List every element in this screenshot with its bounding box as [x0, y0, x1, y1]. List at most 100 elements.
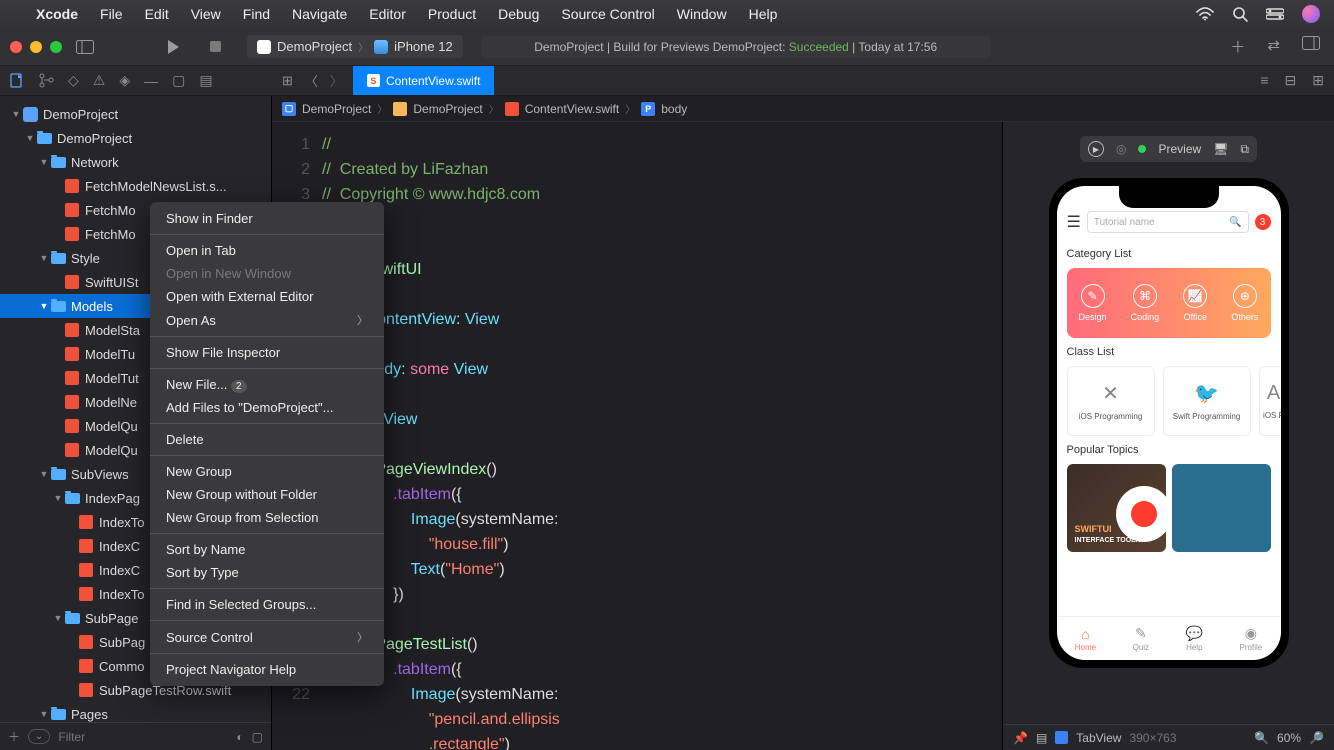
- chevron-right-icon: 〉: [357, 312, 368, 328]
- topic-card[interactable]: SWIFTUIINTERFACE TOOLKIT: [1067, 464, 1166, 552]
- add-target-icon[interactable]: ＋: [8, 728, 20, 745]
- search-field[interactable]: Tutorial name🔍: [1087, 211, 1249, 233]
- menu-open-in-window: Open in New Window: [150, 262, 384, 285]
- close-button[interactable]: [10, 41, 22, 53]
- tree-group[interactable]: ▼DemoProject: [0, 126, 271, 150]
- breakpoint-nav-icon[interactable]: ▢: [172, 72, 185, 89]
- tab-profile[interactable]: ◉Profile: [1240, 625, 1263, 652]
- toggle-inspector-icon[interactable]: [1302, 36, 1320, 57]
- device-settings-icon[interactable]: ▤: [1036, 731, 1047, 745]
- pin-icon[interactable]: 📌: [1013, 731, 1028, 745]
- hamburger-icon[interactable]: ☰: [1067, 212, 1081, 232]
- tree-file[interactable]: FetchModelNewsList.s...: [0, 174, 271, 198]
- related-items-icon[interactable]: ⊞: [282, 73, 293, 89]
- source-control-nav-icon[interactable]: [39, 73, 54, 88]
- menu-delete[interactable]: Delete: [150, 428, 384, 451]
- run-button[interactable]: [166, 39, 180, 55]
- user-icon[interactable]: [1302, 5, 1320, 23]
- spotlight-icon[interactable]: [1232, 6, 1248, 22]
- report-nav-icon[interactable]: ▤: [199, 72, 212, 89]
- tab-home[interactable]: ⌂Home: [1075, 626, 1096, 652]
- menu-sort-by-name[interactable]: Sort by Name: [150, 538, 384, 561]
- class-card[interactable]: AiOS P: [1259, 366, 1281, 436]
- symbol-nav-icon[interactable]: ◇: [68, 72, 79, 89]
- menu-new-file[interactable]: New File... 2: [150, 373, 384, 396]
- editor-options-icon[interactable]: ≡: [1260, 72, 1268, 89]
- duplicate-icon[interactable]: ⧉: [1240, 142, 1249, 157]
- menu-navigate[interactable]: Navigate: [292, 6, 347, 22]
- forward-button[interactable]: 〉: [330, 71, 343, 90]
- back-button[interactable]: 〈: [305, 71, 318, 90]
- design-icon: ✎: [1081, 284, 1105, 308]
- office-icon: 📈: [1183, 284, 1207, 308]
- filter-input[interactable]: [58, 730, 228, 744]
- notification-badge[interactable]: 3: [1255, 214, 1271, 230]
- tab-help[interactable]: 💬Help: [1186, 625, 1203, 652]
- menu-product[interactable]: Product: [428, 6, 476, 22]
- find-nav-icon[interactable]: ⚠: [93, 72, 106, 89]
- category-card[interactable]: ✎Design ⌘Coding 📈Office ⊕Others: [1067, 268, 1271, 338]
- tree-project-root[interactable]: ▼DemoProject: [0, 102, 271, 126]
- menu-show-in-finder[interactable]: Show in Finder: [150, 207, 384, 230]
- menu-help[interactable]: Help: [749, 6, 778, 22]
- menu-navigator-help[interactable]: Project Navigator Help: [150, 658, 384, 681]
- adjust-editor-icon[interactable]: ⊟: [1285, 72, 1297, 89]
- menu-window[interactable]: Window: [677, 6, 727, 22]
- device-icon[interactable]: 🖥: [1213, 142, 1228, 156]
- zoom-button[interactable]: [50, 41, 62, 53]
- zoom-in-icon[interactable]: 🔎: [1309, 731, 1324, 745]
- menu-source-control[interactable]: Source Control〉: [150, 625, 384, 649]
- app-preview[interactable]: ☰ Tutorial name🔍 3 Category List ✎Design…: [1057, 186, 1281, 660]
- filter-scope[interactable]: ⌄: [28, 729, 50, 744]
- menu-new-group[interactable]: New Group: [150, 460, 384, 483]
- menu-debug[interactable]: Debug: [498, 6, 539, 22]
- menu-find[interactable]: Find: [243, 6, 270, 22]
- toggle-navigator-icon[interactable]: [76, 40, 94, 54]
- menu-source-control[interactable]: Source Control: [561, 6, 654, 22]
- jump-bar[interactable]: ▢DemoProject〉 DemoProject〉 ContentView.s…: [272, 96, 1334, 122]
- menu-view[interactable]: View: [191, 6, 221, 22]
- menu-find-in-groups[interactable]: Find in Selected Groups...: [150, 593, 384, 616]
- topic-card[interactable]: [1172, 464, 1271, 552]
- app-name[interactable]: Xcode: [36, 6, 78, 22]
- minimize-button[interactable]: [30, 41, 42, 53]
- menu-file[interactable]: File: [100, 6, 123, 22]
- control-center-icon[interactable]: [1266, 8, 1284, 20]
- tree-folder-network[interactable]: ▼Network: [0, 150, 271, 174]
- active-tab[interactable]: S ContentView.swift: [353, 66, 495, 95]
- code-review-icon[interactable]: ⇄: [1267, 36, 1280, 57]
- scm-filter-icon[interactable]: ▢: [252, 730, 263, 744]
- menu-add-files[interactable]: Add Files to "DemoProject"...: [150, 396, 384, 419]
- preview-play-icon[interactable]: ▶: [1088, 141, 1104, 157]
- menu-sort-by-type[interactable]: Sort by Type: [150, 561, 384, 584]
- menu-new-group-no-folder[interactable]: New Group without Folder: [150, 483, 384, 506]
- tab-quiz[interactable]: ✎Quiz: [1133, 625, 1149, 652]
- preview-pin-icon[interactable]: ◎: [1116, 142, 1126, 156]
- swift-icon: [505, 102, 519, 116]
- test-nav-icon[interactable]: ◈: [119, 72, 130, 89]
- scheme-selector[interactable]: DemoProject 〉 iPhone 12: [247, 35, 463, 58]
- navigator-selector: ◇ ⚠ ◈ — ▢ ▤: [0, 72, 272, 89]
- debug-nav-icon[interactable]: —: [144, 73, 158, 89]
- menu-new-group-selection[interactable]: New Group from Selection: [150, 506, 384, 529]
- project-navigator-icon[interactable]: [10, 73, 25, 88]
- menu-show-file-inspector[interactable]: Show File Inspector: [150, 341, 384, 364]
- class-card[interactable]: ✕iOS Programming: [1067, 366, 1155, 436]
- add-button[interactable]: ＋: [1230, 36, 1245, 57]
- menu-open-external[interactable]: Open with External Editor: [150, 285, 384, 308]
- zoom-out-icon[interactable]: 🔍: [1254, 731, 1269, 745]
- menu-editor[interactable]: Editor: [369, 6, 406, 22]
- section-heading: Category List: [1057, 244, 1281, 264]
- menu-open-as[interactable]: Open As〉: [150, 308, 384, 332]
- tree-folder-pages[interactable]: ▼Pages: [0, 702, 271, 722]
- wifi-icon[interactable]: [1196, 7, 1214, 21]
- menu-open-in-tab[interactable]: Open in Tab: [150, 239, 384, 262]
- canvas-preview: ▶ ◎ Preview 🖥 ⧉ ☰ Tutorial name🔍 3: [1002, 122, 1334, 750]
- menu-edit[interactable]: Edit: [145, 6, 169, 22]
- property-icon: P: [641, 102, 655, 116]
- add-editor-icon[interactable]: ⊞: [1312, 72, 1324, 89]
- recent-filter-icon[interactable]: ◐: [236, 730, 243, 744]
- class-card[interactable]: 🐦Swift Programming: [1163, 366, 1251, 436]
- zoom-level[interactable]: 60%: [1277, 731, 1301, 745]
- stop-button[interactable]: [210, 41, 221, 52]
